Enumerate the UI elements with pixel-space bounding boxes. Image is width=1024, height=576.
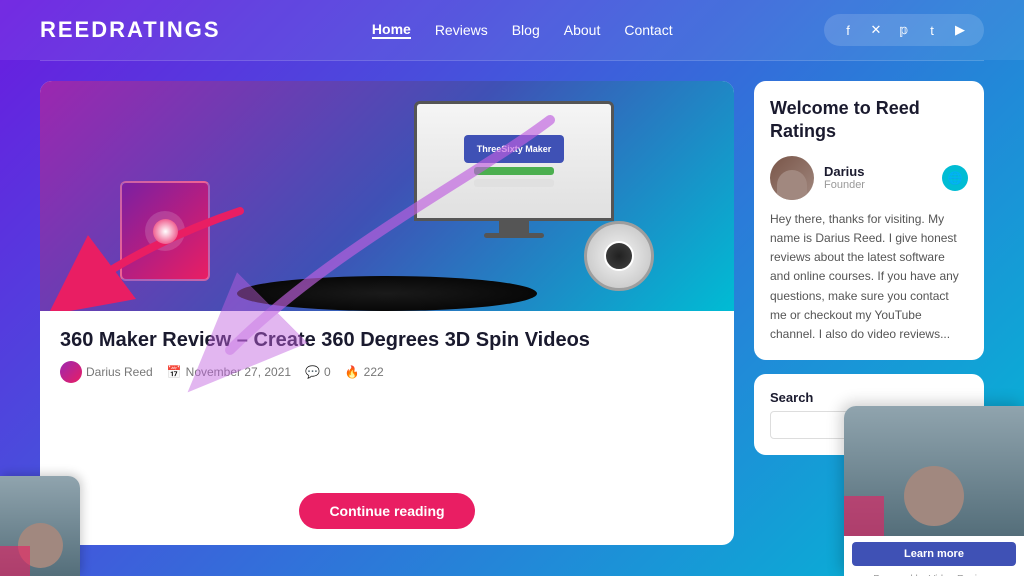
comment-icon: 💬	[305, 365, 320, 379]
author-role: Founder	[824, 179, 932, 191]
powered-text: Powered by Video Reviews	[844, 572, 1024, 576]
twitter-icon[interactable]: ✕	[866, 20, 886, 40]
author-row: Darius Founder 🌐	[770, 156, 968, 200]
facebook-icon[interactable]: f	[838, 20, 858, 40]
video-accent	[844, 496, 884, 536]
camera-body	[584, 221, 654, 291]
article-meta: Darius Reed 📅 November 27, 2021 💬 0 🔥 22…	[60, 361, 714, 383]
site-logo: ReedRatings	[40, 17, 221, 43]
monitor-screen-inner: ThreeSixty Maker	[417, 104, 611, 218]
threesixty-logo: ThreeSixty Maker	[464, 135, 564, 163]
bottom-avatar-accent	[0, 546, 30, 576]
camera-360	[584, 221, 654, 291]
nav-contact[interactable]: Contact	[624, 22, 672, 38]
meta-date: 📅 November 27, 2021	[167, 365, 291, 379]
monitor-stand	[499, 221, 529, 233]
header: ReedRatings Home Reviews Blog About Cont…	[0, 0, 1024, 60]
nav-blog[interactable]: Blog	[512, 22, 540, 38]
monitor-bar-gray	[474, 179, 554, 187]
nav-reviews[interactable]: Reviews	[435, 22, 488, 38]
nav-home[interactable]: Home	[372, 21, 411, 39]
video-popup: Learn more Powered by Video Reviews	[844, 406, 1024, 576]
video-content	[844, 406, 1024, 536]
author-info: Darius Founder	[824, 164, 932, 191]
learn-more-button[interactable]: Learn more	[852, 542, 1016, 566]
bottom-avatar-popup	[0, 476, 80, 576]
continue-reading-button[interactable]: Continue reading	[299, 493, 474, 529]
camera-lens	[604, 241, 634, 271]
search-label: Search	[770, 390, 968, 405]
article-content: 360 Maker Review – Create 360 Degrees 3D…	[40, 311, 734, 545]
tumblr-icon[interactable]: t	[922, 20, 942, 40]
welcome-title: Welcome to Reed Ratings	[770, 97, 968, 144]
comment-count: 0	[324, 365, 331, 379]
monitor-bar-green	[474, 167, 554, 175]
author-link-icon[interactable]: 🌐	[942, 165, 968, 191]
nav-about[interactable]: About	[564, 22, 601, 38]
article-date: November 27, 2021	[186, 365, 291, 379]
pinterest-icon[interactable]: 𝕡	[894, 20, 914, 40]
author-name: Darius Reed	[86, 365, 153, 379]
view-count: 222	[364, 365, 384, 379]
sidebar-description: Hey there, thanks for visiting. My name …	[770, 210, 968, 344]
article-card: ThreeSixty Maker	[40, 81, 734, 545]
meta-views: 🔥 222	[345, 365, 384, 379]
social-icons-bar: f ✕ 𝕡 t ▶	[824, 14, 984, 46]
author-avatar-small	[60, 361, 82, 383]
author-name-sidebar: Darius	[824, 164, 932, 179]
meta-author: Darius Reed	[60, 361, 153, 383]
avatar-figure	[777, 170, 807, 200]
author-avatar	[770, 156, 814, 200]
welcome-widget: Welcome to Reed Ratings Darius Founder 🌐…	[754, 81, 984, 360]
article-title: 360 Maker Review – Create 360 Degrees 3D…	[60, 327, 714, 353]
monitor-screen: ThreeSixty Maker	[414, 101, 614, 221]
fire-icon: 🔥	[345, 365, 360, 379]
bottom-avatar-inner	[0, 476, 80, 576]
monitor-graphic: ThreeSixty Maker	[414, 101, 614, 241]
video-person-head	[904, 466, 964, 526]
display-platform	[237, 276, 537, 311]
product-dot	[153, 219, 178, 244]
article-image: ThreeSixty Maker	[40, 81, 734, 311]
youtube-icon[interactable]: ▶	[950, 20, 970, 40]
main-nav: Home Reviews Blog About Contact	[372, 21, 673, 39]
monitor-base	[484, 233, 544, 238]
calendar-icon: 📅	[167, 365, 182, 379]
meta-comments: 💬 0	[305, 365, 331, 379]
arrow-decoration	[60, 201, 260, 301]
